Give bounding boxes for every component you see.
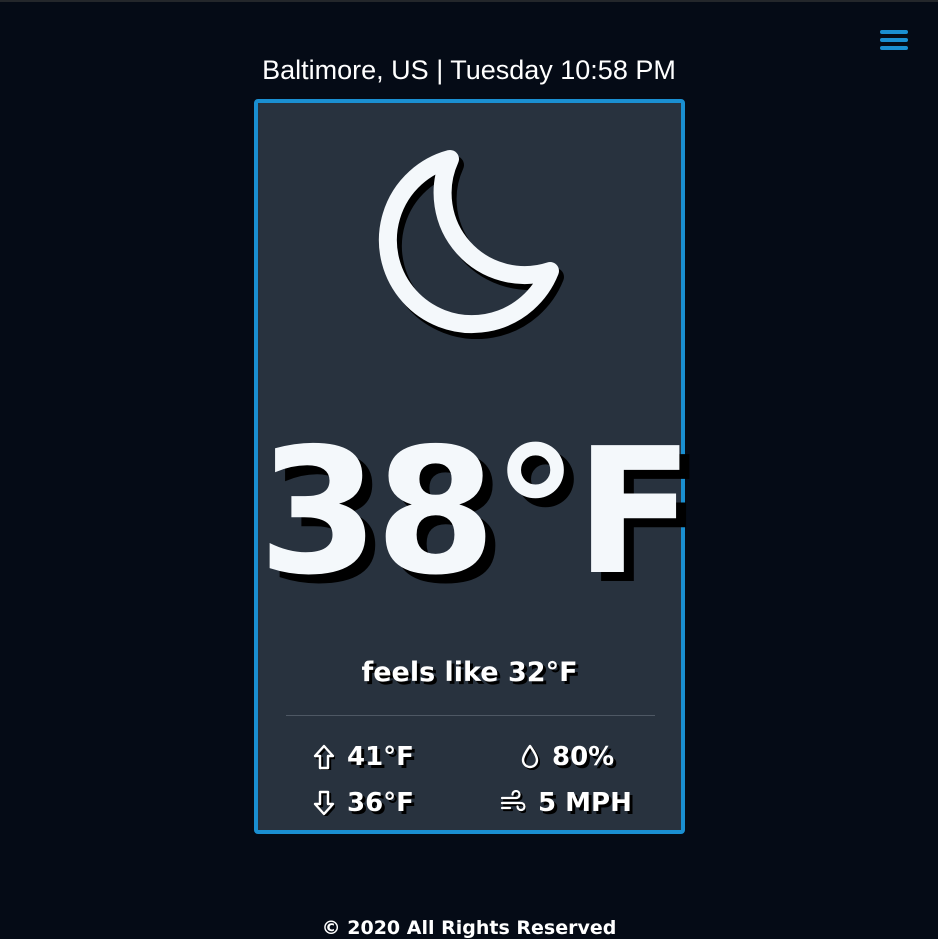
high-temperature-value: 41°F <box>347 742 414 772</box>
menu-bar <box>880 30 908 34</box>
arrow-up-icon <box>313 744 335 770</box>
wind-icon <box>500 790 526 814</box>
location-time: Baltimore, US | Tuesday 10:58 PM <box>262 55 676 85</box>
weather-card: 38°F feels like 32°F 41°F 36°F 80% 5 MPH <box>254 99 694 834</box>
humidity-value: 80% <box>552 742 615 772</box>
menu-bar <box>880 46 908 50</box>
menu-bar <box>880 38 908 42</box>
feels-like: feels like 32°F <box>361 657 578 688</box>
hamburger-menu-icon[interactable] <box>880 28 908 52</box>
footer-copyright: © 2020 All Rights Reserved <box>321 917 617 939</box>
humidity: 80% <box>520 740 614 774</box>
wind-speed-value: 5 MPH <box>538 788 632 818</box>
divider <box>286 715 655 716</box>
low-temperature: 36°F <box>313 786 414 820</box>
arrow-down-icon <box>313 790 335 816</box>
water-drop-icon <box>521 744 540 770</box>
weather-page: Baltimore, US | Tuesday 10:58 PM 38°F fe… <box>0 0 938 939</box>
current-temperature: 38°F <box>258 411 694 614</box>
high-temperature: 41°F <box>313 740 414 774</box>
low-temperature-value: 36°F <box>347 788 414 818</box>
wind-speed: 5 MPH <box>500 786 632 820</box>
moon-icon <box>378 150 564 339</box>
